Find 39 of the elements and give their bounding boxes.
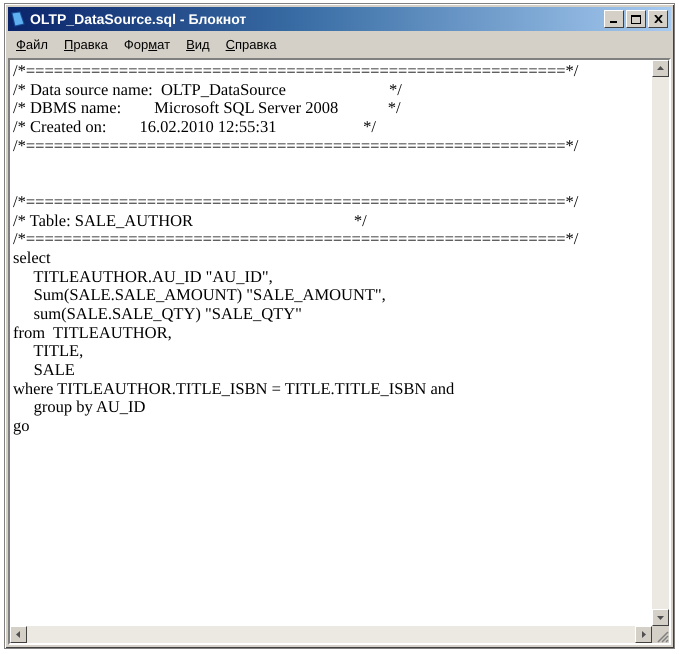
code-line: SALE <box>32 361 76 380</box>
code-line: /* Table: SALE_AUTHOR */ <box>13 212 368 230</box>
code-line: /* Created on: 16.02.2010 12:55:31 */ <box>13 118 377 137</box>
left-arrow-icon <box>15 631 22 638</box>
code-line: sum(SALE.SALE_QTY) "SALE_QTY" <box>32 304 303 324</box>
scroll-down-button[interactable] <box>652 609 669 626</box>
scroll-left-button[interactable] <box>10 626 27 643</box>
up-arrow-icon <box>657 65 664 72</box>
close-icon <box>654 15 662 23</box>
minimize-button[interactable] <box>604 10 624 28</box>
scroll-right-button[interactable] <box>635 626 652 643</box>
menu-item[interactable]: Правка <box>58 36 114 52</box>
menu-item[interactable]: Вид <box>180 36 216 52</box>
down-arrow-icon <box>657 614 664 621</box>
maximize-button[interactable] <box>626 10 646 28</box>
scroll-up-button[interactable] <box>652 60 669 77</box>
code-line: /*==========================================================*/ <box>13 192 580 212</box>
code-line: from TITLEAUTHOR, <box>13 324 173 342</box>
maximize-icon <box>631 14 641 24</box>
code-line: select <box>13 248 52 268</box>
notepad-icon <box>11 11 25 27</box>
right-arrow-icon <box>640 631 647 638</box>
resize-grip-icon[interactable] <box>656 630 669 643</box>
menu-item[interactable]: Файл <box>10 36 54 52</box>
code-line: /*==========================================================*/ <box>13 136 580 156</box>
code-line: TITLE, <box>32 342 84 362</box>
window-title: OLTP_DataSource.sql - Блокнот <box>30 11 248 27</box>
code-line: /*==========================================================*/ <box>13 62 580 81</box>
close-button[interactable] <box>648 10 668 28</box>
menu-item[interactable]: Формат <box>118 36 176 52</box>
code-line: go <box>13 417 30 436</box>
code-line: Sum(SALE.SALE_AMOUNT) "SALE_AMOUNT", <box>32 286 387 305</box>
code-line: /* Data source name: OLTP_DataSource */ <box>13 80 403 100</box>
code-line: where TITLEAUTHOR.TITLE_ISBN = TITLE.TITLE_ISBN and <box>13 380 456 398</box>
menu-item[interactable]: Справка <box>220 36 283 52</box>
code-line: /* DBMS name: Microsoft SQL Server 2008 */ <box>13 99 402 118</box>
code-line: group by AU_ID <box>32 398 146 418</box>
code-line: /*==========================================================*/ <box>13 230 580 249</box>
code-line: TITLEAUTHOR.AU_ID "AU_ID", <box>32 268 274 286</box>
